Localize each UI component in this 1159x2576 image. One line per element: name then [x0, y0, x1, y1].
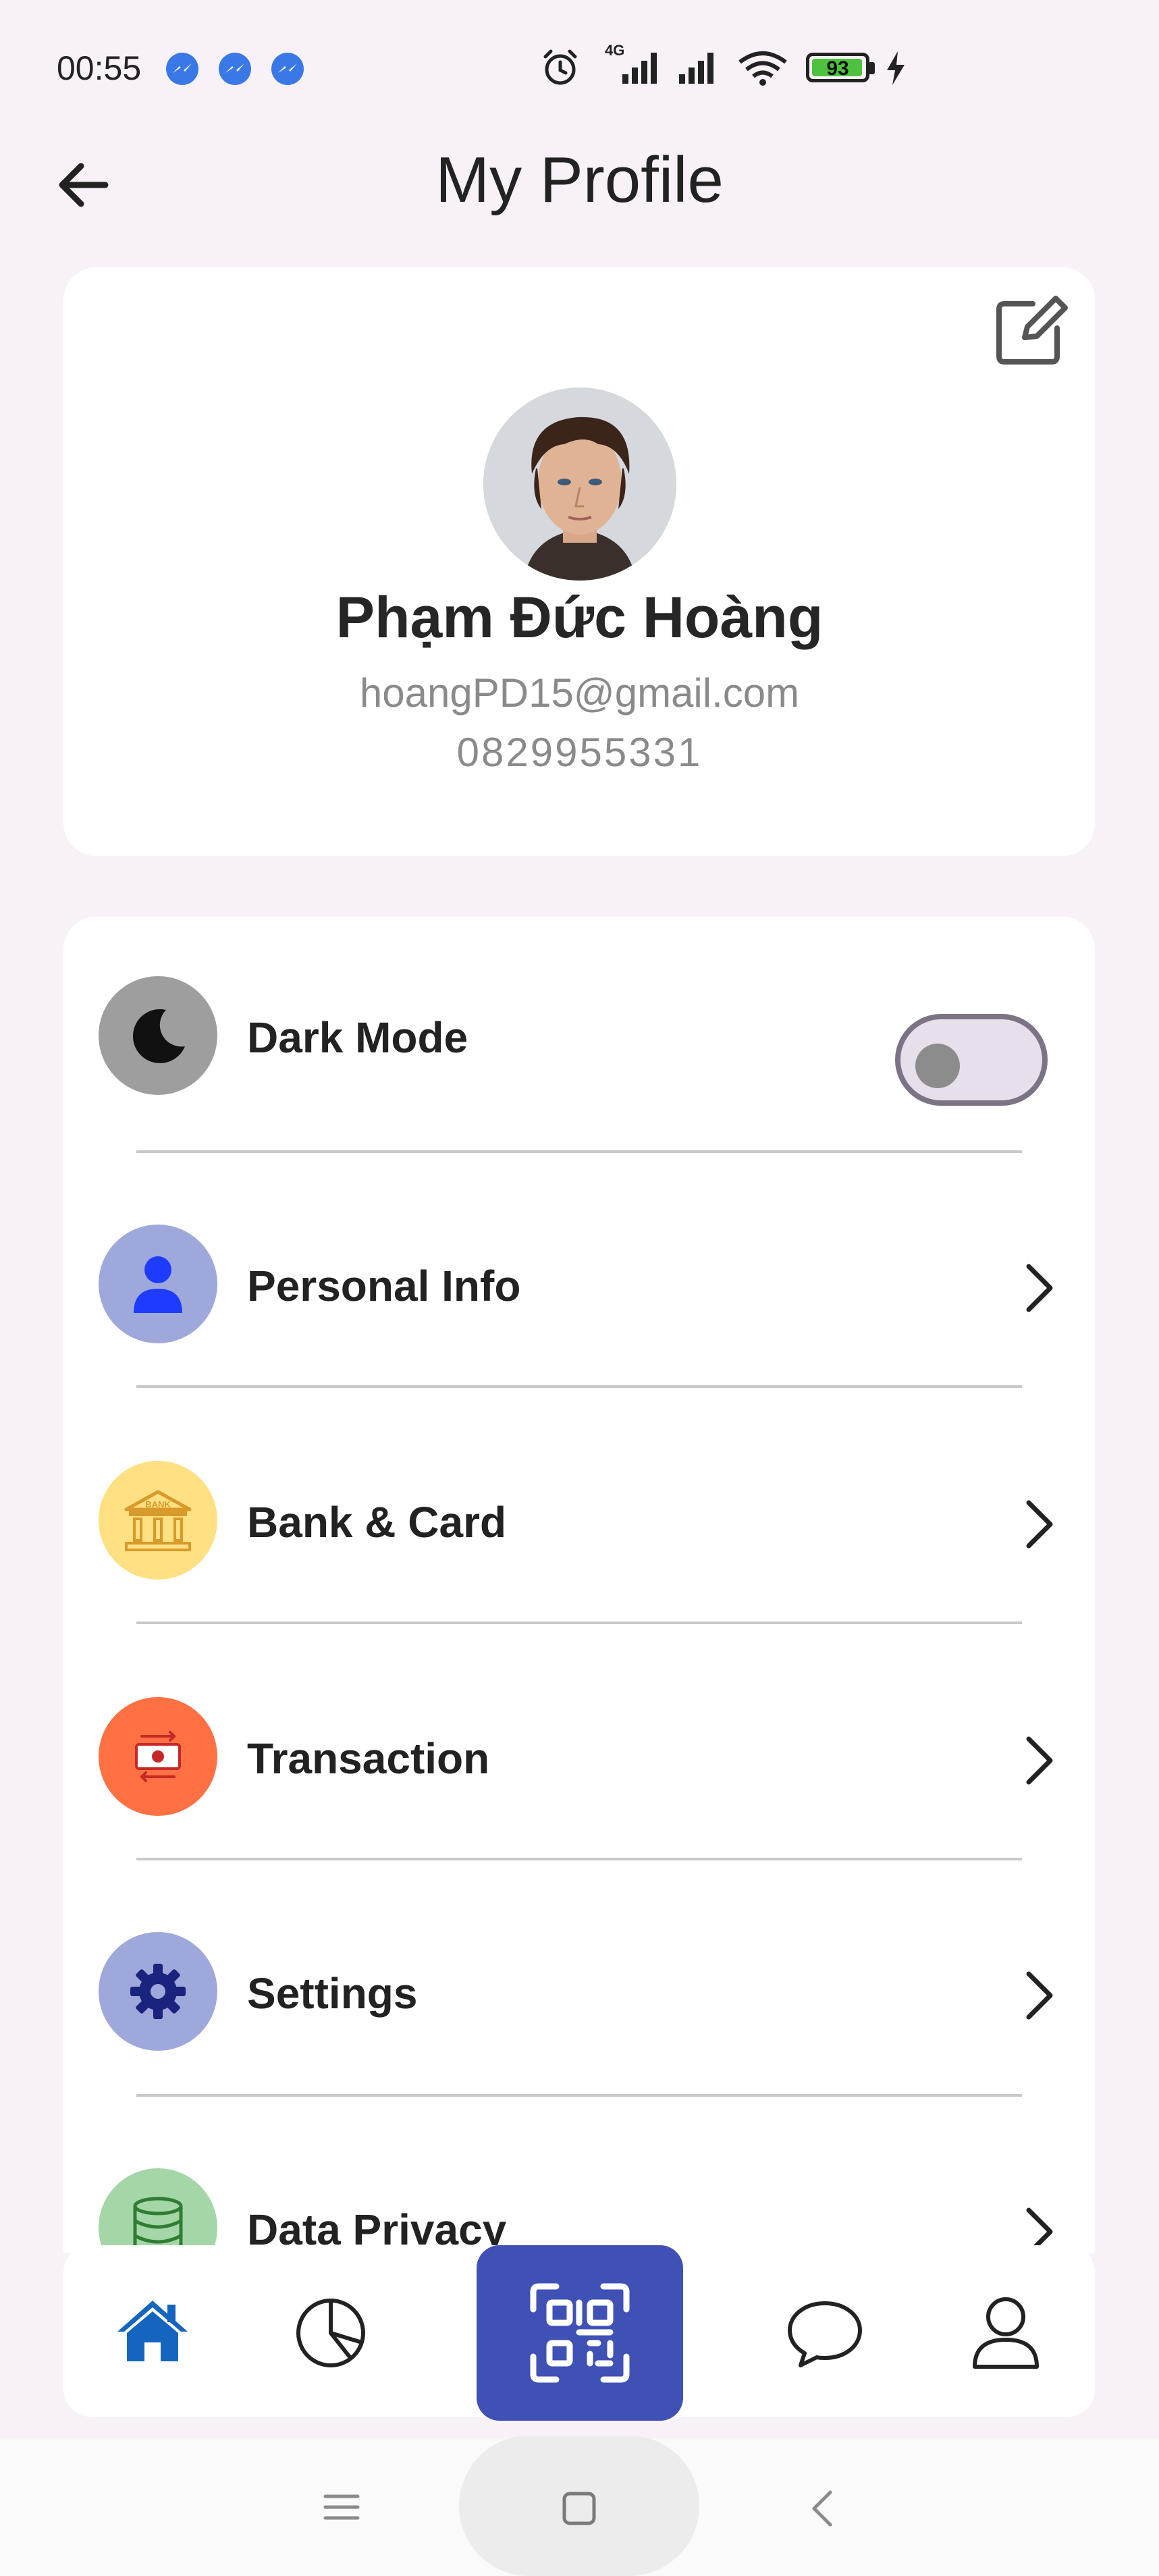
menu-item-label: Bank & Card: [247, 1498, 507, 1547]
profile-name: Phạm Đức Hoàng: [335, 585, 824, 650]
menu-item-transaction[interactable]: Transaction: [63, 1677, 1095, 1839]
bank-icon-text: BANK: [145, 1499, 171, 1509]
divider: [136, 2094, 1022, 2097]
menu-item-data-privacy[interactable]: Data Privacy: [63, 2148, 1095, 2253]
person-icon: [99, 1225, 217, 1343]
qr-scan-button[interactable]: [477, 2245, 683, 2421]
battery-icon: 93: [806, 53, 869, 82]
bank-icon: BANK: [99, 1461, 217, 1580]
divider: [136, 1858, 1022, 1860]
chevron-right-icon: [1026, 1264, 1053, 1312]
status-time: 00:55: [57, 49, 142, 87]
pie-chart-icon[interactable]: [292, 2291, 373, 2372]
menu-item-personal-info[interactable]: Personal Info: [63, 1204, 1095, 1366]
qr-code-icon: [530, 2283, 630, 2383]
moon-icon: [99, 976, 217, 1095]
avatar: [483, 387, 676, 581]
dark-mode-label: Dark Mode: [247, 1013, 468, 1062]
menu-card: Dark Mode Personal Info BANK Bank & Card…: [63, 917, 1095, 2253]
menu-item-label: Personal Info: [247, 1262, 521, 1310]
profile-phone: 0829955331: [456, 730, 703, 775]
menu-item-bank-card[interactable]: BANK Bank & Card: [63, 1441, 1095, 1603]
divider: [136, 1385, 1022, 1388]
chat-icon[interactable]: [784, 2291, 865, 2372]
dark-mode-row: Dark Mode: [63, 956, 1095, 1118]
back-chevron-icon[interactable]: [803, 2487, 844, 2530]
charging-icon: [887, 51, 905, 85]
messenger-icon: [271, 53, 304, 85]
page-title: My Profile: [435, 144, 724, 216]
menu-item-settings[interactable]: Settings: [63, 1912, 1095, 2074]
chevron-right-icon: [1026, 1500, 1053, 1549]
divider: [136, 1150, 1022, 1153]
menu-icon[interactable]: [321, 2487, 362, 2527]
signal-icon: [679, 53, 713, 84]
signal-icon: [622, 53, 657, 84]
wifi-icon: [738, 51, 787, 86]
chevron-right-icon: [1026, 1736, 1053, 1785]
user-icon[interactable]: [965, 2291, 1046, 2372]
battery-tip: [869, 62, 875, 74]
home-square-icon[interactable]: [558, 2487, 601, 2530]
battery-level: 93: [826, 57, 849, 80]
divider: [136, 1621, 1022, 1624]
menu-item-label: Transaction: [247, 1734, 490, 1783]
home-icon[interactable]: [112, 2291, 193, 2372]
chevron-right-icon: [1026, 1971, 1053, 2020]
messenger-icon: [166, 53, 198, 85]
messenger-icon: [219, 53, 251, 85]
transaction-icon: [99, 1697, 217, 1816]
database-icon: [99, 2168, 217, 2253]
gear-icon: [99, 1932, 217, 2051]
dark-mode-toggle[interactable]: [895, 1014, 1048, 1106]
edit-icon[interactable]: [991, 289, 1072, 370]
menu-item-label: Settings: [247, 1969, 418, 2018]
alarm-icon: [543, 49, 577, 85]
profile-email: hoangPD15@gmail.com: [359, 670, 800, 716]
